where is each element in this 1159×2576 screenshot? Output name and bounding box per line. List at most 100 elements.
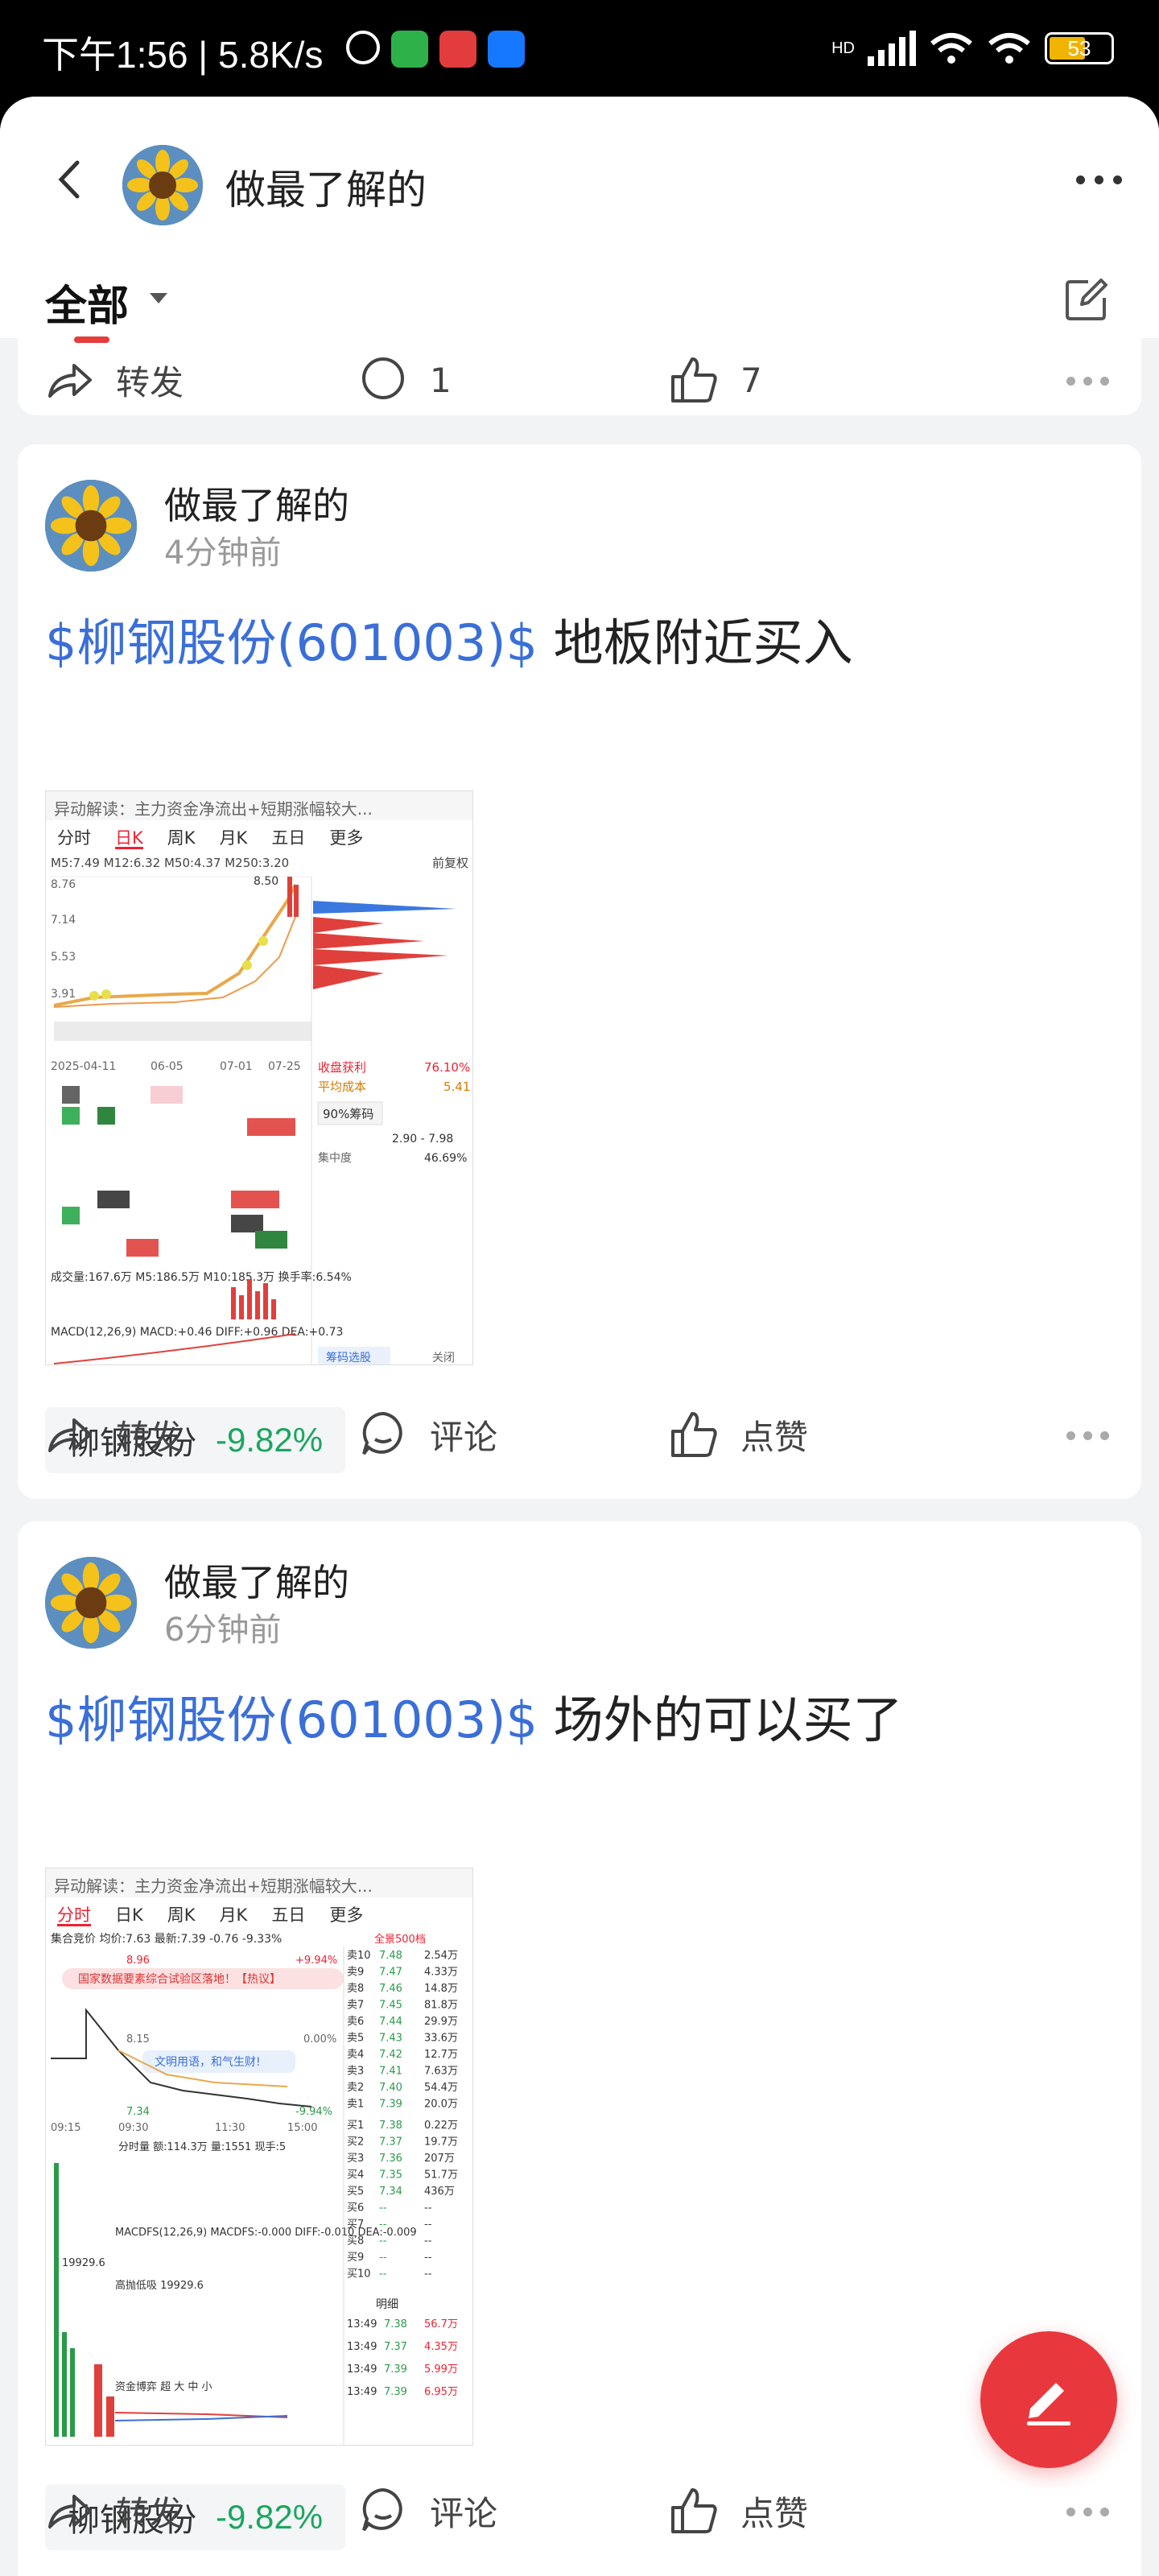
image-tab: 五日 xyxy=(271,828,306,848)
comment-button[interactable]: 1 xyxy=(356,353,452,407)
sell-level-cell: 卖5 xyxy=(347,2033,364,2045)
svg-text:关闭: 关闭 xyxy=(432,1352,455,1364)
share-icon xyxy=(48,2495,92,2529)
buy-level-cell: 买9 xyxy=(347,2252,364,2264)
repost-button[interactable]: 转发 xyxy=(42,1407,184,1462)
like-count: 7 xyxy=(740,360,762,400)
buy-level-cell: -- xyxy=(424,2268,432,2281)
buy-level-cell: 0.22万 xyxy=(424,2120,458,2132)
intraday-chart-graphic: 集合竞价 均价:7.63 最新:7.39 -0.76 -9.33% 8.96 +… xyxy=(51,1932,458,2445)
buy-level-cell: 买7 xyxy=(347,2219,364,2231)
buy-level-cell: 买5 xyxy=(347,2186,364,2198)
more-options-icon[interactable] xyxy=(1066,2508,1109,2516)
trade-row-cell: 13:49 xyxy=(347,2318,377,2330)
sell-level-cell: 7.40 xyxy=(379,2082,402,2094)
sell-level-cell: 卖6 xyxy=(347,2016,364,2028)
buy-level-cell: 买8 xyxy=(347,2235,364,2248)
sunflower-icon xyxy=(45,1557,137,1649)
buy-level-cell: 7.37 xyxy=(379,2136,402,2149)
sell-level-cell: 7.63万 xyxy=(424,2066,458,2078)
like-label: 点赞 xyxy=(740,2493,809,2533)
pencil-icon xyxy=(1027,2383,1070,2425)
edit-icon[interactable] xyxy=(1064,277,1109,322)
repost-label: 转发 xyxy=(116,2493,184,2533)
image-title: 异动解读：主力资金净流出+短期涨幅较大... xyxy=(46,1868,472,1897)
buy-level-cell: 买6 xyxy=(347,2202,364,2215)
post-actions: 转发 1 7 xyxy=(18,353,1141,415)
trade-row-cell: 4.35万 xyxy=(424,2341,458,2353)
buy-level-cell: -- xyxy=(424,2219,432,2231)
author-avatar[interactable] xyxy=(45,480,137,572)
compose-button[interactable] xyxy=(980,2331,1117,2468)
stock-tag-link[interactable]: $柳钢股份(601003)$ xyxy=(45,1690,538,1749)
svg-text:15:00: 15:00 xyxy=(287,2122,317,2134)
svg-text:07-25: 07-25 xyxy=(268,1060,301,1073)
filter-dropdown[interactable]: 全部 xyxy=(45,272,129,332)
sunflower-icon xyxy=(122,145,203,225)
more-options-icon[interactable] xyxy=(1066,377,1109,386)
trade-row-cell: 7.37 xyxy=(384,2341,407,2353)
post-image[interactable]: 异动解读：主力资金净流出+短期涨幅较大... 分时 日K 周K 月K 五日 更多… xyxy=(45,791,473,1365)
author-name[interactable]: 做最了解的 xyxy=(164,1554,349,1607)
comment-label: 评论 xyxy=(430,2493,498,2533)
sell-level-cell: 20.0万 xyxy=(424,2099,458,2111)
trade-row-cell: 7.38 xyxy=(384,2318,407,2330)
svg-text:筹码选股: 筹码选股 xyxy=(326,1351,371,1364)
repost-button[interactable]: 转发 xyxy=(42,2483,184,2538)
back-arrow-icon[interactable] xyxy=(50,159,90,200)
like-button[interactable]: 点赞 xyxy=(666,1407,808,1462)
comment-count: 1 xyxy=(430,360,452,400)
buy-level-cell: 436万 xyxy=(424,2186,455,2198)
svg-text:国家数据要素综合试验区落地！【热议】: 国家数据要素综合试验区落地！【热议】 xyxy=(78,1972,281,1986)
trade-row-cell: 7.39 xyxy=(384,2386,407,2398)
author-name[interactable]: 做最了解的 xyxy=(164,477,349,530)
ma-line: M5:7.49 M12:6.32 M50:4.37 M250:3.20 xyxy=(51,856,289,870)
trade-row-cell: 13:49 xyxy=(347,2341,377,2353)
svg-text:09:30: 09:30 xyxy=(118,2122,148,2134)
svg-text:明细: 明细 xyxy=(376,2298,398,2311)
sell-level-cell: 12.7万 xyxy=(424,2049,458,2061)
more-menu-icon[interactable] xyxy=(1076,175,1122,184)
repost-label: 转发 xyxy=(116,1417,184,1457)
author-avatar[interactable] xyxy=(45,1557,137,1649)
image-tab: 周K xyxy=(167,1905,196,1925)
sell-level-cell: 7.43 xyxy=(379,2033,402,2045)
image-tab-active: 分时 xyxy=(57,1902,91,1926)
comment-button[interactable]: 评论 xyxy=(356,2483,497,2538)
svg-text:09:15: 09:15 xyxy=(51,2122,80,2134)
image-tab: 周K xyxy=(167,828,196,848)
svg-text:19929.6: 19929.6 xyxy=(62,2257,105,2269)
svg-text:-9.94%: -9.94% xyxy=(295,2106,332,2118)
comment-button[interactable]: 评论 xyxy=(356,1407,497,1462)
repost-button[interactable]: 转发 xyxy=(42,353,184,407)
buy-level-cell: 买2 xyxy=(347,2136,364,2149)
post-card[interactable]: 做最了解的 6分钟前 $柳钢股份(601003)$ 场外的可以买了 异动解读：主… xyxy=(18,1521,1141,2576)
sell-level-cell: 卖1 xyxy=(347,2099,364,2111)
post-text: $柳钢股份(601003)$ 地板附近买入 xyxy=(45,602,853,675)
post-time: 6分钟前 xyxy=(164,1612,282,1649)
post-image[interactable]: 异动解读：主力资金净流出+短期涨幅较大... 分时 日K 周K 月K 五日 更多… xyxy=(45,1868,473,2446)
like-button[interactable]: 7 xyxy=(666,353,762,407)
like-label: 点赞 xyxy=(740,1417,809,1457)
caret-down-icon[interactable] xyxy=(150,293,167,303)
thumbs-up-icon xyxy=(671,357,717,402)
buy-level-cell: 7.36 xyxy=(379,2153,402,2165)
svg-text:5.41: 5.41 xyxy=(443,1080,470,1094)
like-button[interactable]: 点赞 xyxy=(666,2483,808,2538)
app-notification-icon xyxy=(391,31,428,68)
svg-text:MACD(12,26,9) MACD:+0.46 DIFF: MACD(12,26,9) MACD:+0.46 DIFF:+0.96 DEA:… xyxy=(51,1326,343,1339)
stock-tag-link[interactable]: $柳钢股份(601003)$ xyxy=(45,613,538,672)
buy-level-cell: -- xyxy=(379,2235,387,2248)
more-options-icon[interactable] xyxy=(1066,1431,1109,1440)
sell-level-cell: 卖8 xyxy=(347,1983,364,1995)
svg-text:76.10%: 76.10% xyxy=(424,1060,470,1075)
nav-avatar[interactable] xyxy=(122,145,203,225)
post-body: 地板附近买入 xyxy=(537,613,853,672)
image-tab: 月K xyxy=(219,828,248,848)
post-card[interactable]: 做最了解的 4分钟前 $柳钢股份(601003)$ 地板附近买入 异动解读：主力… xyxy=(18,444,1141,1499)
status-bar: 下午1:56 | 5.8K/s HD 53 xyxy=(0,0,1159,105)
filter-underline xyxy=(74,336,109,343)
page-title: 做最了解的 xyxy=(225,167,427,213)
image-tabs: 分时 日K 周K 月K 五日 更多 xyxy=(46,1902,472,1926)
sell-level-cell: 7.42 xyxy=(379,2049,402,2061)
